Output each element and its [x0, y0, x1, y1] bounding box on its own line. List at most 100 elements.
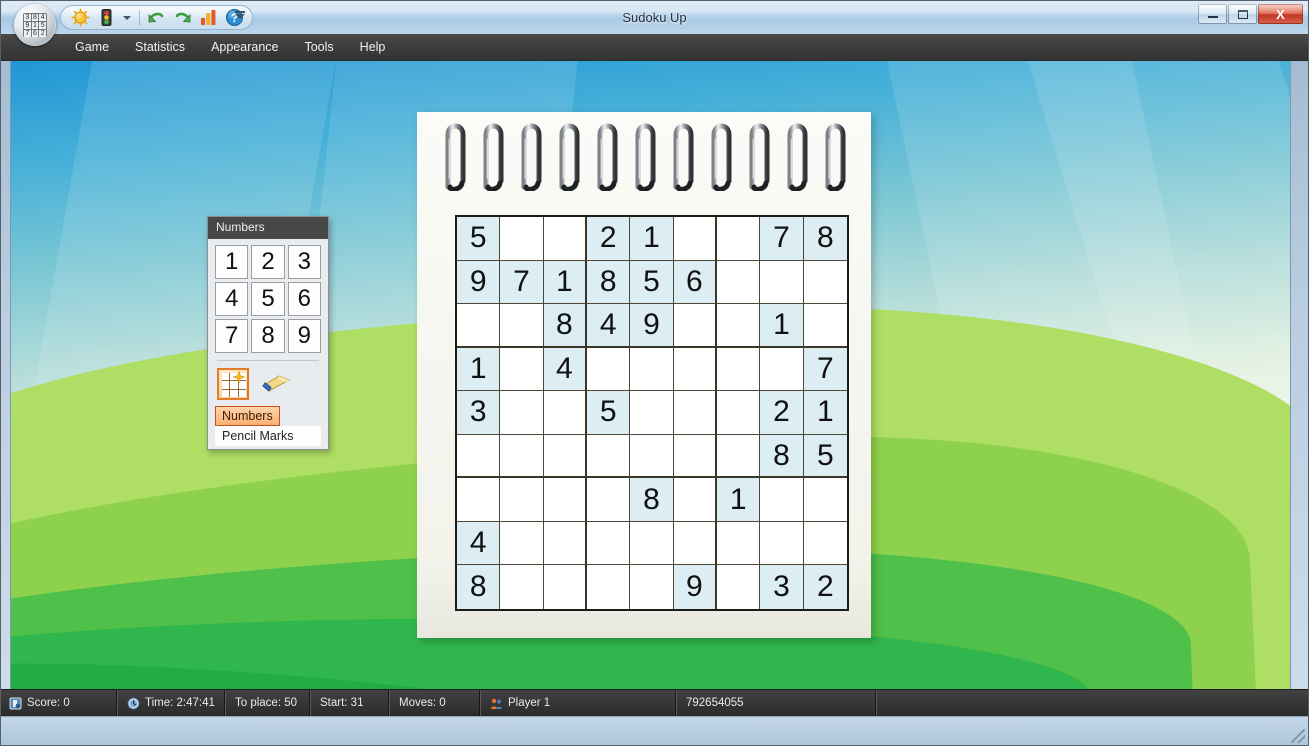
sudoku-cell-r7c7[interactable]: 1: [716, 478, 761, 522]
sudoku-cell-r8c2[interactable]: [500, 521, 544, 566]
sudoku-cell-r8c7[interactable]: [716, 521, 761, 566]
sudoku-cell-r2c1[interactable]: 9: [457, 260, 501, 305]
sudoku-cell-r5c9[interactable]: 1: [803, 391, 847, 435]
sudoku-cell-r2c6[interactable]: 6: [673, 260, 717, 305]
sudoku-cell-r4c2[interactable]: [500, 347, 544, 392]
sudoku-cell-r5c1[interactable]: 3: [457, 391, 501, 435]
sudoku-cell-r1c2[interactable]: [500, 217, 544, 261]
sudoku-cell-r5c8[interactable]: 2: [760, 391, 804, 435]
sudoku-cell-r8c1[interactable]: 4: [457, 521, 501, 566]
sudoku-cell-r8c4[interactable]: [586, 521, 631, 566]
new-game-icon[interactable]: [71, 8, 90, 27]
sudoku-cell-r6c4[interactable]: [586, 434, 631, 479]
sudoku-cell-r7c1[interactable]: [457, 478, 501, 522]
sudoku-cell-r7c6[interactable]: [673, 478, 717, 522]
sudoku-cell-r1c1[interactable]: 5: [457, 217, 501, 261]
pencil-mark-grid-icon[interactable]: [217, 368, 249, 400]
sudoku-cell-r3c9[interactable]: [803, 304, 847, 348]
sudoku-cell-r4c4[interactable]: [586, 347, 631, 392]
close-button[interactable]: X: [1258, 4, 1303, 24]
sudoku-cell-r6c8[interactable]: 8: [760, 434, 804, 479]
mode-numbers[interactable]: Numbers: [215, 406, 280, 426]
number-key-2[interactable]: 2: [251, 245, 285, 279]
sudoku-cell-r7c2[interactable]: [500, 478, 544, 522]
sudoku-cell-r1c4[interactable]: 2: [586, 217, 631, 261]
sudoku-cell-r4c6[interactable]: [673, 347, 717, 392]
sudoku-cell-r3c7[interactable]: [716, 304, 761, 348]
sudoku-cell-r8c6[interactable]: [673, 521, 717, 566]
sudoku-cell-r8c8[interactable]: [760, 521, 804, 566]
menu-item-statistics[interactable]: Statistics: [122, 36, 198, 58]
sudoku-cell-r9c6[interactable]: 9: [673, 565, 717, 609]
mode-pencil-marks[interactable]: Pencil Marks: [215, 426, 321, 446]
undo-icon[interactable]: [147, 8, 166, 27]
sudoku-cell-r6c6[interactable]: [673, 434, 717, 479]
sudoku-cell-r1c9[interactable]: 8: [803, 217, 847, 261]
sudoku-cell-r1c6[interactable]: [673, 217, 717, 261]
sudoku-cell-r2c5[interactable]: 5: [630, 260, 674, 305]
number-key-9[interactable]: 9: [287, 319, 321, 353]
statistics-icon[interactable]: [199, 8, 218, 27]
sudoku-cell-r3c6[interactable]: [673, 304, 717, 348]
number-key-3[interactable]: 3: [287, 245, 321, 279]
sudoku-cell-r7c3[interactable]: [543, 478, 587, 522]
sudoku-cell-r2c3[interactable]: 1: [543, 260, 587, 305]
sudoku-cell-r1c8[interactable]: 7: [760, 217, 804, 261]
sudoku-cell-r3c8[interactable]: 1: [760, 304, 804, 348]
sudoku-cell-r4c1[interactable]: 1: [457, 347, 501, 392]
number-key-1[interactable]: 1: [215, 245, 249, 279]
sudoku-cell-r6c7[interactable]: [716, 434, 761, 479]
sudoku-cell-r9c2[interactable]: [500, 565, 544, 609]
sudoku-cell-r4c8[interactable]: [760, 347, 804, 392]
number-key-8[interactable]: 8: [251, 319, 285, 353]
sudoku-cell-r3c2[interactable]: [500, 304, 544, 348]
sudoku-cell-r6c9[interactable]: 5: [803, 434, 847, 479]
minimize-button[interactable]: [1198, 4, 1227, 24]
sudoku-cell-r5c7[interactable]: [716, 391, 761, 435]
menu-item-game[interactable]: Game: [62, 36, 122, 58]
sudoku-cell-r3c5[interactable]: 9: [630, 304, 674, 348]
difficulty-icon[interactable]: [97, 8, 116, 27]
sudoku-cell-r9c5[interactable]: [630, 565, 674, 609]
eraser-icon[interactable]: [259, 372, 293, 396]
sudoku-cell-r4c5[interactable]: [630, 347, 674, 392]
sudoku-cell-r6c5[interactable]: [630, 434, 674, 479]
quick-access-overflow-icon[interactable]: [232, 9, 248, 25]
sudoku-cell-r5c5[interactable]: [630, 391, 674, 435]
sudoku-cell-r8c5[interactable]: [630, 521, 674, 566]
resize-grip[interactable]: [1291, 729, 1305, 743]
difficulty-dropdown-caret[interactable]: [123, 13, 132, 22]
sudoku-cell-r4c9[interactable]: 7: [803, 347, 847, 392]
sudoku-cell-r3c1[interactable]: [457, 304, 501, 348]
sudoku-cell-r7c5[interactable]: 8: [630, 478, 674, 522]
menu-item-tools[interactable]: Tools: [291, 36, 346, 58]
sudoku-cell-r1c5[interactable]: 1: [630, 217, 674, 261]
sudoku-cell-r5c3[interactable]: [543, 391, 587, 435]
number-key-4[interactable]: 4: [215, 282, 249, 316]
sudoku-cell-r5c4[interactable]: 5: [586, 391, 631, 435]
sudoku-cell-r9c1[interactable]: 8: [457, 565, 501, 609]
sudoku-cell-r4c7[interactable]: [716, 347, 761, 392]
menu-item-appearance[interactable]: Appearance: [198, 36, 291, 58]
sudoku-cell-r8c9[interactable]: [803, 521, 847, 566]
sudoku-cell-r2c2[interactable]: 7: [500, 260, 544, 305]
sudoku-cell-r2c7[interactable]: [716, 260, 761, 305]
sudoku-cell-r1c3[interactable]: [543, 217, 587, 261]
sudoku-cell-r7c9[interactable]: [803, 478, 847, 522]
sudoku-cell-r7c8[interactable]: [760, 478, 804, 522]
menu-item-help[interactable]: Help: [347, 36, 399, 58]
sudoku-cell-r8c3[interactable]: [543, 521, 587, 566]
sudoku-cell-r9c9[interactable]: 2: [803, 565, 847, 609]
number-key-7[interactable]: 7: [215, 319, 249, 353]
sudoku-cell-r2c8[interactable]: [760, 260, 804, 305]
number-key-6[interactable]: 6: [287, 282, 321, 316]
sudoku-cell-r1c7[interactable]: [716, 217, 761, 261]
sudoku-cell-r6c3[interactable]: [543, 434, 587, 479]
number-key-5[interactable]: 5: [251, 282, 285, 316]
sudoku-cell-r6c2[interactable]: [500, 434, 544, 479]
application-icon[interactable]: 3 8 4 9 1 5 7 6 2: [14, 4, 56, 46]
sudoku-cell-r5c2[interactable]: [500, 391, 544, 435]
sudoku-cell-r7c4[interactable]: [586, 478, 631, 522]
sudoku-cell-r3c4[interactable]: 4: [586, 304, 631, 348]
sudoku-cell-r9c8[interactable]: 3: [760, 565, 804, 609]
